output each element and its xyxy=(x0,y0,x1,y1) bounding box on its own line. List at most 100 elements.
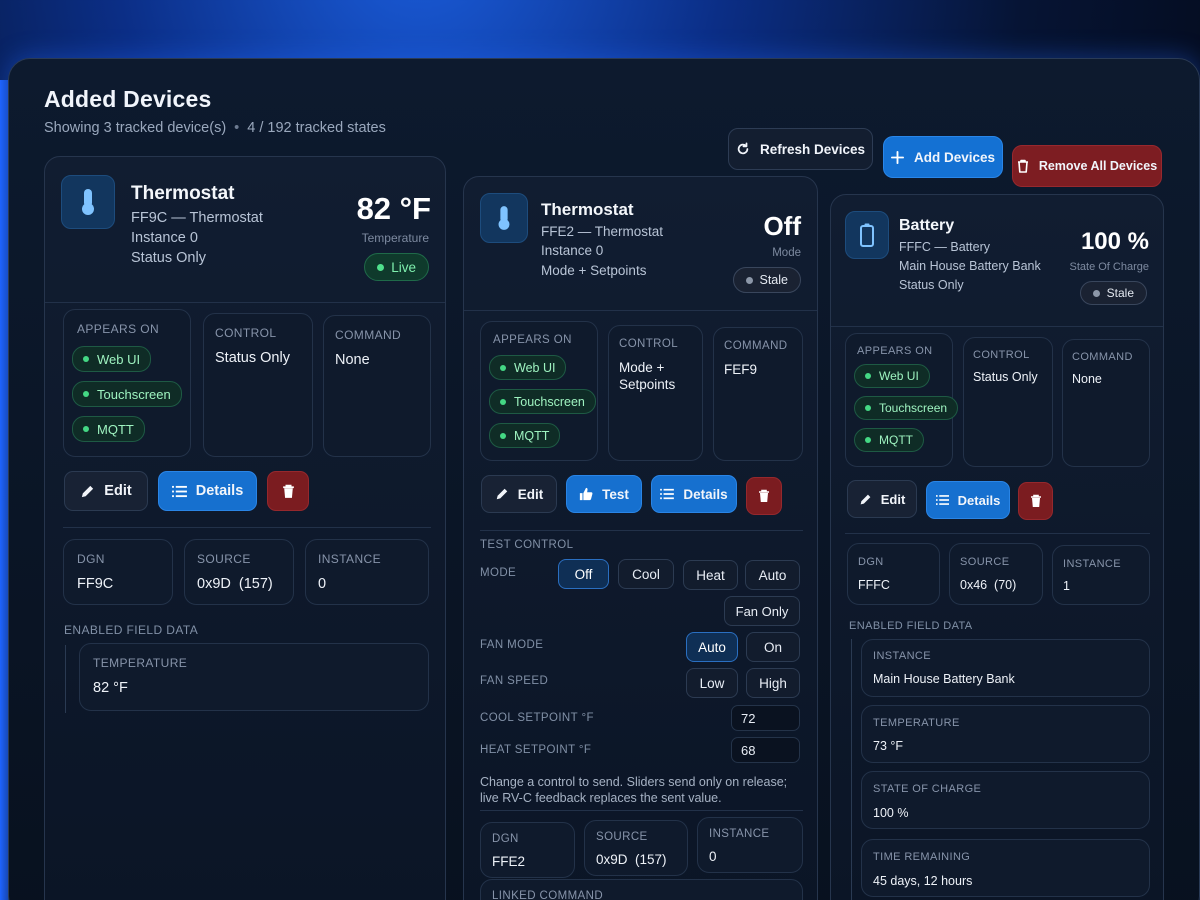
device-value-label: Mode xyxy=(772,247,801,259)
heat-setpoint-input[interactable]: 68 xyxy=(731,737,800,763)
trash-icon xyxy=(1030,494,1042,508)
test-control-label: Test Control xyxy=(480,539,574,551)
mode-off-button[interactable]: Off xyxy=(558,559,609,589)
details-label: Details xyxy=(195,483,244,499)
fan-speed-high-button[interactable]: High xyxy=(746,668,800,698)
control-box: Control Mode + Setpoints xyxy=(608,325,703,461)
command-value: None xyxy=(335,352,370,368)
fan-speed-low-button[interactable]: Low xyxy=(686,668,738,698)
appears-on-box: Appears On Web UI Touchscreen MQTT xyxy=(845,333,959,467)
edit-button[interactable]: Edit xyxy=(847,480,917,518)
field-label: State Of Charge xyxy=(873,783,982,795)
status-badge-label: Live xyxy=(391,259,416,275)
fan-mode-on-button[interactable]: On xyxy=(746,632,800,662)
enabled-field-data-label: Enabled Field Data xyxy=(64,623,199,637)
edit-button[interactable]: Edit xyxy=(64,471,148,511)
live-dot-icon xyxy=(377,263,385,271)
appears-on-box: Appears On Web UI Touchscreen MQTT xyxy=(480,321,598,461)
chip-touchscreen: Touchscreen xyxy=(854,396,959,420)
list-icon xyxy=(660,488,675,500)
dgn-box: DGN FF9C xyxy=(63,539,173,605)
page-subtitle: Showing 3 tracked device(s) • 4 / 192 trac… xyxy=(44,120,386,136)
device-instance-line: Instance 0 xyxy=(131,230,198,246)
command-box: Command FEF9 xyxy=(713,327,803,461)
status-badge-label: Stale xyxy=(759,273,789,287)
test-control-note-line1: Change a control to send. Sliders send o… xyxy=(480,775,788,789)
mode-auto-button[interactable]: Auto xyxy=(745,560,800,590)
status-badge: Stale xyxy=(732,267,801,293)
command-label: Command xyxy=(335,328,402,342)
subtitle-separator: • xyxy=(234,120,240,136)
remove-all-devices-button[interactable]: Remove All Devices xyxy=(1012,145,1162,187)
control-label: Control xyxy=(619,338,679,350)
delete-button[interactable] xyxy=(1018,482,1053,520)
card-header: Thermostat FF9C — Thermostat Instance 0 … xyxy=(45,157,445,303)
field-label: Time Remaining xyxy=(873,851,971,863)
details-button[interactable]: Details xyxy=(651,475,737,513)
chip-label: MQTT xyxy=(879,433,913,447)
instance-box: Instance 0 xyxy=(697,817,803,873)
source-label: Source xyxy=(960,556,1010,568)
command-box: Command None xyxy=(323,315,431,457)
source-box: Source 0x9D (157) xyxy=(184,539,294,605)
device-dgn-line: FFE2 — Thermostat xyxy=(541,224,664,239)
status-badge-label: Stale xyxy=(1106,286,1134,300)
instance-box: Instance 0 xyxy=(305,539,429,605)
card-header: Thermostat FFE2 — Thermostat Instance 0 … xyxy=(464,177,817,311)
device-card-battery-fffc: Battery FFFC — Battery Main House Batter… xyxy=(830,194,1164,900)
cool-setpoint-input[interactable]: 72 xyxy=(731,705,800,731)
field-label: Temperature xyxy=(93,656,188,670)
field-value: 45 days, 12 hours xyxy=(873,874,973,888)
section-divider xyxy=(845,533,1150,534)
pencil-icon xyxy=(80,484,95,499)
device-mode-line: Status Only xyxy=(899,278,964,292)
field-temperature-box: Temperature 73 °F xyxy=(861,705,1150,763)
page-title: Added Devices xyxy=(44,86,212,112)
edit-label: Edit xyxy=(104,483,132,499)
stale-dot-icon xyxy=(745,276,753,284)
cool-setpoint-label: Cool Setpoint °F xyxy=(480,712,594,724)
trash-icon xyxy=(1017,159,1029,173)
mode-fan-only-button[interactable]: Fan Only xyxy=(724,596,800,626)
refresh-devices-button[interactable]: Refresh Devices xyxy=(728,128,873,170)
add-devices-button[interactable]: Add Devices xyxy=(883,136,1003,178)
control-value: Status Only xyxy=(215,350,290,366)
chip-web-ui: Web UI xyxy=(854,364,930,388)
device-instance-line: Main House Battery Bank xyxy=(899,259,1041,273)
field-temperature-box: Temperature 82 °F xyxy=(79,643,429,711)
appears-on-label: Appears On xyxy=(77,322,160,336)
details-button[interactable]: Details xyxy=(158,471,257,511)
field-state-of-charge-box: State Of Charge 100 % xyxy=(861,771,1150,829)
field-label: Temperature xyxy=(873,717,960,729)
details-button[interactable]: Details xyxy=(926,481,1010,519)
command-value: None xyxy=(1072,372,1102,386)
mode-heat-button[interactable]: Heat xyxy=(683,560,738,590)
edit-label: Edit xyxy=(880,491,906,507)
dgn-value: FF9C xyxy=(77,576,114,592)
chip-label: MQTT xyxy=(97,421,134,437)
device-value: Off xyxy=(763,211,801,241)
fan-mode-auto-button[interactable]: Auto xyxy=(686,632,738,662)
list-icon xyxy=(935,494,949,506)
mode-cool-button[interactable]: Cool xyxy=(618,559,674,589)
section-divider xyxy=(63,527,431,528)
chip-label: Web UI xyxy=(879,369,919,383)
heat-setpoint-label: Heat Setpoint °F xyxy=(480,744,592,756)
thermometer-icon xyxy=(61,175,115,229)
source-label: Source xyxy=(197,552,251,566)
remove-all-devices-label: Remove All Devices xyxy=(1038,159,1158,173)
edit-button[interactable]: Edit xyxy=(481,475,557,513)
instance-box: Instance 1 xyxy=(1052,545,1150,605)
test-button[interactable]: Test xyxy=(566,475,642,513)
field-value: 73 °F xyxy=(873,739,904,753)
command-box: Command None xyxy=(1062,339,1150,467)
device-name: Battery xyxy=(899,217,955,234)
field-data-rail xyxy=(65,645,66,713)
delete-button[interactable] xyxy=(267,471,309,511)
device-card-thermostat-ff9c: Thermostat FF9C — Thermostat Instance 0 … xyxy=(44,156,446,900)
chip-web-ui: Web UI xyxy=(72,346,152,372)
delete-button[interactable] xyxy=(746,477,782,515)
section-divider xyxy=(480,810,803,811)
appears-on-label: Appears On xyxy=(857,345,933,357)
list-icon xyxy=(171,485,187,498)
